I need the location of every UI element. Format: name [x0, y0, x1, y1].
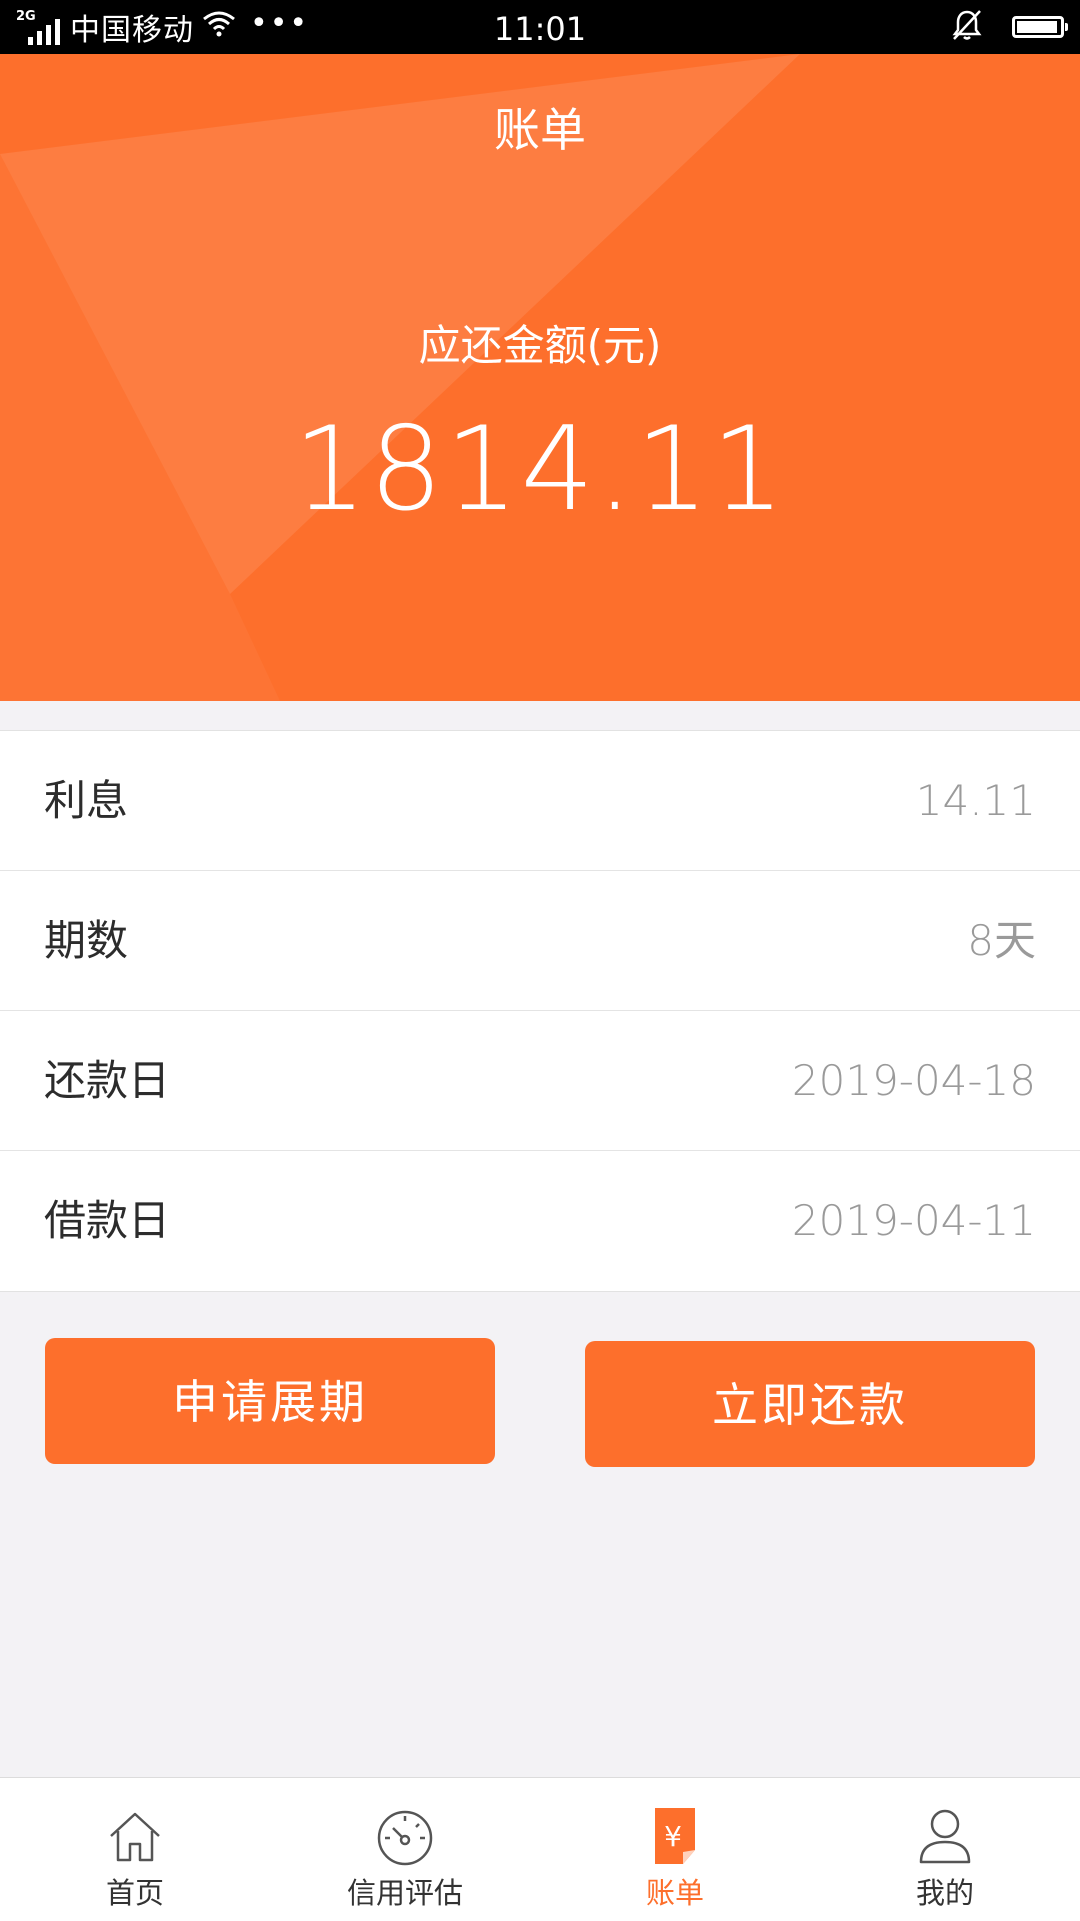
tab-home[interactable]: 首页 [0, 1778, 270, 1921]
detail-label: 借款日 [44, 1196, 171, 1245]
tab-profile[interactable]: 我的 [810, 1778, 1080, 1921]
tab-label: 首页 [105, 1876, 164, 1910]
gauge-icon [373, 1804, 437, 1868]
home-icon [103, 1804, 167, 1868]
tab-label: 信用评估 [346, 1876, 463, 1910]
detail-row-due-date: 还款日 2019-04-18 [0, 1011, 1080, 1151]
bill-icon: ¥ [643, 1804, 707, 1868]
battery-icon [1012, 16, 1068, 38]
status-time: 11:01 [493, 10, 587, 48]
amount-due-label: 应还金额(元) [418, 321, 662, 370]
page-title: 账单 [494, 103, 586, 157]
detail-label: 还款日 [44, 1056, 171, 1105]
tab-bill[interactable]: ¥ 账单 [540, 1778, 810, 1921]
bill-details-list: 利息 14.11 期数 8天 还款日 2019-04-18 借款日 2019-0… [0, 730, 1080, 1292]
status-bar: 2G 中国移动 ••• 11:01 [0, 0, 1080, 54]
detail-row-interest: 利息 14.11 [0, 731, 1080, 871]
tab-credit-assessment[interactable]: 信用评估 [270, 1778, 540, 1921]
detail-value: 8天 [967, 916, 1036, 965]
battery-fill [1017, 21, 1057, 33]
status-right [952, 0, 1068, 54]
tab-label: 账单 [645, 1876, 704, 1910]
detail-label: 期数 [44, 916, 129, 965]
bottom-tab-bar: 首页 信用评估 ¥ 账单 我的 [0, 1777, 1080, 1921]
amount-due-value: 1814.11 [293, 402, 787, 537]
detail-row-loan-date: 借款日 2019-04-11 [0, 1151, 1080, 1291]
detail-row-term: 期数 8天 [0, 871, 1080, 1011]
apply-extension-button[interactable]: 申请展期 [45, 1338, 495, 1464]
detail-value: 2019-04-11 [791, 1196, 1036, 1245]
svg-text:¥: ¥ [664, 1820, 682, 1853]
repay-now-button[interactable]: 立即还款 [585, 1341, 1035, 1467]
bill-header: 账单 应还金额(元) 1814.11 [0, 54, 1080, 701]
detail-value: 2019-04-18 [791, 1056, 1036, 1105]
detail-value: 14.11 [915, 776, 1036, 825]
user-icon [913, 1804, 977, 1868]
detail-label: 利息 [44, 776, 129, 825]
tab-label: 我的 [915, 1876, 974, 1910]
bell-muted-icon [952, 9, 982, 45]
